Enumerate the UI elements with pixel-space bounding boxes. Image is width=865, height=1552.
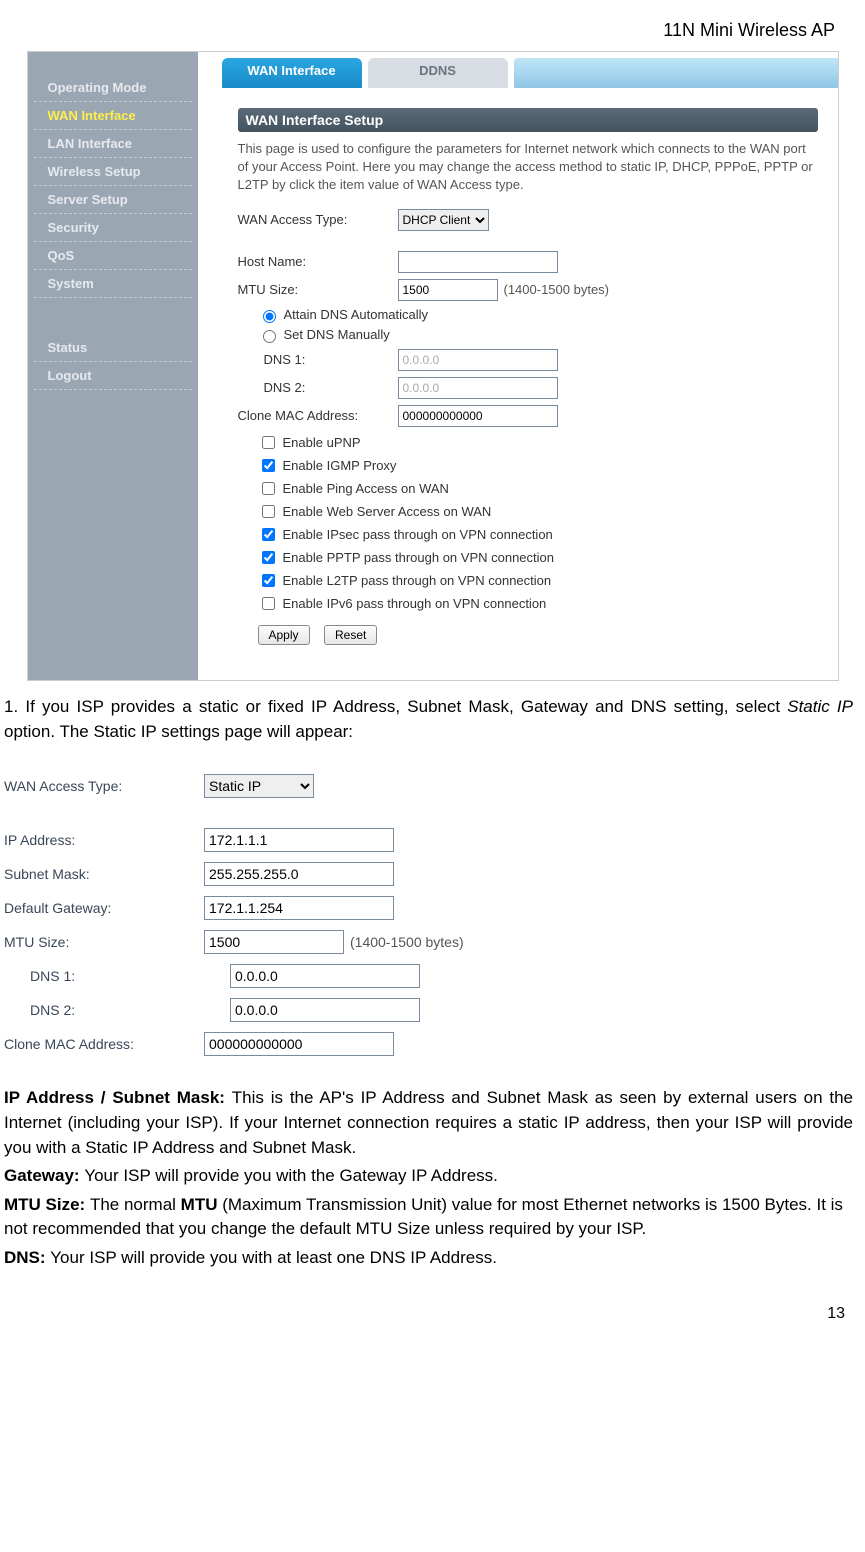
sidebar-item-wan-interface[interactable]: WAN Interface xyxy=(34,102,192,130)
checkbox-7[interactable] xyxy=(262,597,275,610)
s2-dns1-input[interactable] xyxy=(230,964,420,988)
check-row: Enable uPNP xyxy=(258,433,818,452)
checkbox-1[interactable] xyxy=(262,459,275,472)
sidebar-item-wireless-setup[interactable]: Wireless Setup xyxy=(34,158,192,186)
checkbox-6[interactable] xyxy=(262,574,275,587)
check-label: Enable Web Server Access on WAN xyxy=(283,504,492,519)
s2-wan-select[interactable]: Static IP xyxy=(204,774,314,798)
mtu-hint: (1400-1500 bytes) xyxy=(504,282,610,297)
s2-ip-input[interactable] xyxy=(204,828,394,852)
checkbox-2[interactable] xyxy=(262,482,275,495)
checkbox-3[interactable] xyxy=(262,505,275,518)
check-row: Enable IPv6 pass through on VPN connecti… xyxy=(258,594,818,613)
dns-auto-radio[interactable] xyxy=(263,310,276,323)
check-label: Enable IPsec pass through on VPN connect… xyxy=(283,527,553,542)
sidebar-item-server-setup[interactable]: Server Setup xyxy=(34,186,192,214)
s2-dns2-label: DNS 2: xyxy=(4,1002,230,1018)
paragraph-gateway: Gateway: Your ISP will provide you with … xyxy=(0,1164,857,1189)
sidebar-item-qos[interactable]: QoS xyxy=(34,242,192,270)
paragraph-mtu: MTU Size: The normal MTU (Maximum Transm… xyxy=(0,1193,857,1242)
check-row: Enable IPsec pass through on VPN connect… xyxy=(258,525,818,544)
sidebar-item-security[interactable]: Security xyxy=(34,214,192,242)
wan-access-type-label: WAN Access Type: xyxy=(238,212,398,227)
check-label: Enable uPNP xyxy=(283,435,361,450)
s2-mac-label: Clone MAC Address: xyxy=(4,1036,204,1052)
check-label: Enable IGMP Proxy xyxy=(283,458,397,473)
clone-mac-input[interactable] xyxy=(398,405,558,427)
main-pane: WAN Interface DDNS WAN Interface Setup T… xyxy=(198,52,838,680)
check-label: Enable IPv6 pass through on VPN connecti… xyxy=(283,596,547,611)
page-number: 13 xyxy=(0,1285,865,1323)
dns2-label: DNS 2: xyxy=(264,380,398,395)
check-row: Enable L2TP pass through on VPN connecti… xyxy=(258,571,818,590)
s2-gw-label: Default Gateway: xyxy=(4,900,204,916)
tab-bar: WAN Interface DDNS xyxy=(198,58,838,88)
s2-mask-label: Subnet Mask: xyxy=(4,866,204,882)
s2-mac-input[interactable] xyxy=(204,1032,394,1056)
host-name-input[interactable] xyxy=(398,251,558,273)
s2-dns2-input[interactable] xyxy=(230,998,420,1022)
sidebar-item-operating-mode[interactable]: Operating Mode xyxy=(34,74,192,102)
dns1-input[interactable] xyxy=(398,349,558,371)
sidebar-item-logout[interactable]: Logout xyxy=(34,362,192,390)
check-row: Enable PPTP pass through on VPN connecti… xyxy=(258,548,818,567)
tab-wan-interface[interactable]: WAN Interface xyxy=(222,58,362,88)
s2-dns1-label: DNS 1: xyxy=(4,968,230,984)
router-screenshot-1: Operating Mode WAN Interface LAN Interfa… xyxy=(27,51,839,681)
checkbox-4[interactable] xyxy=(262,528,275,541)
sidebar-item-status[interactable]: Status xyxy=(34,334,192,362)
s2-wan-label: WAN Access Type: xyxy=(4,778,204,794)
check-row: Enable Web Server Access on WAN xyxy=(258,502,818,521)
paragraph-dns: DNS: Your ISP will provide you with at l… xyxy=(0,1246,857,1271)
check-row: Enable IGMP Proxy xyxy=(258,456,818,475)
mtu-size-input[interactable] xyxy=(398,279,498,301)
checkbox-5[interactable] xyxy=(262,551,275,564)
reset-button[interactable]: Reset xyxy=(324,625,377,645)
s2-mtu-hint: (1400-1500 bytes) xyxy=(350,934,464,950)
s2-gw-input[interactable] xyxy=(204,896,394,920)
clone-mac-label: Clone MAC Address: xyxy=(238,408,398,423)
panel-description: This page is used to configure the param… xyxy=(238,140,818,195)
s2-ip-label: IP Address: xyxy=(4,832,204,848)
apply-button[interactable]: Apply xyxy=(258,625,310,645)
check-label: Enable Ping Access on WAN xyxy=(283,481,449,496)
dns1-label: DNS 1: xyxy=(264,352,398,367)
s2-mask-input[interactable] xyxy=(204,862,394,886)
dns-manual-radio[interactable] xyxy=(263,330,276,343)
wan-access-type-select[interactable]: DHCP Client xyxy=(398,209,489,231)
sidebar-item-lan-interface[interactable]: LAN Interface xyxy=(34,130,192,158)
sidebar-item-system[interactable]: System xyxy=(34,270,192,298)
check-label: Enable L2TP pass through on VPN connecti… xyxy=(283,573,552,588)
s2-mtu-input[interactable] xyxy=(204,930,344,954)
paragraph-ip-subnet: IP Address / Subnet Mask: This is the AP… xyxy=(0,1086,857,1160)
panel-title: WAN Interface Setup xyxy=(238,108,818,132)
tab-ddns[interactable]: DDNS xyxy=(368,58,508,88)
host-name-label: Host Name: xyxy=(238,254,398,269)
checkbox-0[interactable] xyxy=(262,436,275,449)
static-ip-screenshot: WAN Access Type: Static IP IP Address: S… xyxy=(4,758,564,1072)
dns-manual-label: Set DNS Manually xyxy=(284,327,390,342)
s2-mtu-label: MTU Size: xyxy=(4,934,204,950)
dns-auto-label: Attain DNS Automatically xyxy=(284,307,429,322)
mtu-size-label: MTU Size: xyxy=(238,282,398,297)
page-header: 11N Mini Wireless AP xyxy=(0,20,865,51)
check-row: Enable Ping Access on WAN xyxy=(258,479,818,498)
dns2-input[interactable] xyxy=(398,377,558,399)
instruction-step-1: 1. If you ISP provides a static or fixed… xyxy=(0,695,857,744)
check-label: Enable PPTP pass through on VPN connecti… xyxy=(283,550,555,565)
sidebar: Operating Mode WAN Interface LAN Interfa… xyxy=(28,52,198,680)
